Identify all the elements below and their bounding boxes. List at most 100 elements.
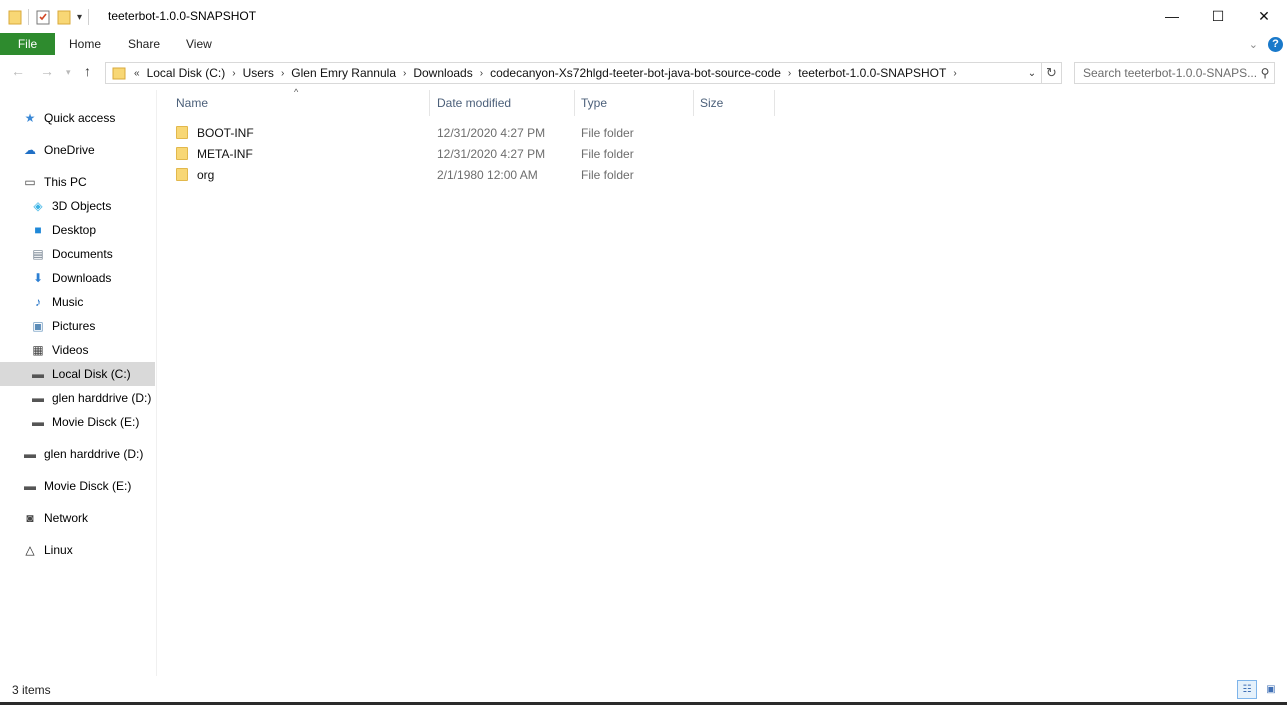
overflow-chevron-icon[interactable]: « (132, 68, 142, 79)
file-name: org (197, 167, 215, 182)
folder-icon (8, 10, 22, 25)
sidebar-item-label: OneDrive (44, 143, 95, 157)
sidebar-item-label: Videos (52, 343, 89, 357)
expand-ribbon-icon[interactable]: ⌄ (1249, 38, 1258, 51)
folder-icon (176, 147, 188, 160)
drive-e-icon: ▬ (32, 415, 44, 429)
chevron-right-icon[interactable]: › (478, 68, 485, 79)
column-header-name[interactable]: Name (170, 90, 430, 116)
back-arrow-icon[interactable]: ← (11, 63, 25, 79)
chevron-right-icon[interactable]: › (951, 68, 958, 79)
sidebar-item[interactable]: ▬ Movie Disck (E:) (0, 410, 155, 434)
tab-view[interactable]: View (186, 37, 212, 51)
maximize-button[interactable]: ☐ (1195, 0, 1241, 32)
folder-icon (176, 168, 188, 181)
breadcrumb-local-disk[interactable]: Local Disk (C:) (142, 66, 231, 80)
sidebar-item-label: Music (52, 295, 84, 309)
breadcrumb-users[interactable]: Users (238, 66, 279, 80)
list-item[interactable]: org 2/1/1980 12:00 AM File folder (176, 164, 676, 185)
tab-home[interactable]: Home (69, 37, 101, 51)
music-icon: ♪ (35, 295, 41, 309)
file-date-modified: 2/1/1980 12:00 AM (437, 167, 538, 182)
navigation-bar: ← → ▾ ↑ « Local Disk (C:) › Users › Glen E… (0, 59, 1287, 87)
list-item[interactable]: META-INF 12/31/2020 4:27 PM File folder (176, 143, 676, 164)
address-bar[interactable]: « Local Disk (C:) › Users › Glen Emry Rann… (105, 62, 1062, 84)
sidebar-item[interactable]: ◙ Network (0, 506, 155, 530)
sidebar-item[interactable]: ▣ Pictures (0, 314, 155, 338)
star-icon: ★ (24, 111, 36, 125)
large-icons-view-icon[interactable]: ▣ (1261, 680, 1281, 699)
chevron-right-icon[interactable]: › (786, 68, 793, 79)
sidebar-item-label: This PC (44, 175, 87, 189)
tab-share[interactable]: Share (128, 37, 160, 51)
sidebar-item[interactable]: ▬ Movie Disck (E:) (0, 474, 155, 498)
sidebar-item[interactable]: ▬ glen harddrive (D:) (0, 386, 155, 410)
file-name: META-INF (197, 146, 253, 161)
search-icon[interactable]: ⚲ (1256, 66, 1274, 80)
sidebar-item[interactable]: ☁ OneDrive (0, 138, 155, 162)
recent-locations-icon[interactable]: ▾ (66, 67, 71, 78)
forward-arrow-icon[interactable]: → (40, 63, 54, 79)
chevron-right-icon[interactable]: › (401, 68, 408, 79)
breadcrumb-user[interactable]: Glen Emry Rannula (286, 66, 401, 80)
sidebar-item[interactable]: △ Linux (0, 538, 155, 562)
sidebar-item[interactable]: ▤ Documents (0, 242, 155, 266)
sidebar-item-label: Movie Disck (E:) (44, 479, 132, 493)
sidebar-item-label: Desktop (52, 223, 97, 237)
sidebar-item[interactable]: ▬ glen harddrive (D:) (0, 442, 155, 466)
close-button[interactable]: ✕ (1241, 0, 1287, 32)
chevron-right-icon[interactable]: › (279, 68, 286, 79)
sidebar-item[interactable]: ◈ 3D Objects (0, 194, 155, 218)
folder-icon (176, 126, 188, 139)
breadcrumb-downloads[interactable]: Downloads (408, 66, 477, 80)
document-icon: ▤ (32, 247, 44, 261)
breadcrumb-teeterbot[interactable]: teeterbot-1.0.0-SNAPSHOT (793, 66, 951, 80)
chevron-right-icon[interactable]: › (230, 68, 237, 79)
sidebar-item[interactable]: ▦ Videos (0, 338, 155, 362)
sidebar-item-label: Downloads (52, 271, 112, 285)
up-arrow-icon[interactable]: ↑ (84, 63, 91, 79)
properties-icon[interactable] (35, 9, 51, 25)
sidebar-item[interactable]: ■ Desktop (0, 218, 155, 242)
sidebar-item[interactable]: ▭ This PC (0, 170, 155, 194)
sidebar-item-label: glen harddrive (D:) (44, 447, 144, 461)
sidebar-item-label: 3D Objects (52, 199, 112, 213)
linux-icon: △ (25, 543, 35, 557)
sidebar-item[interactable]: ▬ Local Disk (C:) (0, 362, 155, 386)
sidebar-item-label: Documents (52, 247, 113, 261)
folder-icon (112, 67, 126, 80)
computer-icon: ▭ (24, 175, 36, 189)
drive-e-icon: ▬ (24, 479, 36, 493)
breadcrumb-codecanyon[interactable]: codecanyon-Xs72hlgd-teeter-bot-java-bot-… (485, 66, 786, 80)
address-dropdown-icon[interactable]: ⌄ (1023, 63, 1041, 83)
refresh-icon[interactable]: ↻ (1041, 63, 1061, 83)
tab-file[interactable]: File (0, 33, 55, 55)
details-view-icon[interactable]: ☷ (1237, 680, 1257, 699)
help-icon[interactable]: ? (1268, 36, 1283, 52)
search-input[interactable]: Search teeterbot-1.0.0-SNAPS... ⚲ (1074, 62, 1275, 84)
file-date-modified: 12/31/2020 4:27 PM (437, 125, 546, 140)
network-icon: ◙ (26, 511, 34, 525)
new-folder-icon[interactable] (57, 9, 71, 25)
column-header-date-modified[interactable]: Date modified (431, 90, 575, 116)
sidebar-item[interactable]: ★ Quick access (0, 106, 155, 130)
sidebar-item[interactable]: ⬇ Downloads (0, 266, 155, 290)
item-count: 3 items (12, 683, 51, 697)
window-title: teeterbot-1.0.0-SNAPSHOT (108, 9, 257, 23)
sidebar-item-label: Linux (44, 543, 73, 557)
sidebar-item-label: Movie Disck (E:) (52, 415, 140, 429)
customize-toolbar-icon[interactable]: ▾ (77, 12, 82, 23)
sidebar-item-label: Network (44, 511, 89, 525)
column-header-size[interactable]: Size (694, 90, 775, 116)
drive-c-icon: ▬ (32, 367, 44, 381)
minimize-button[interactable]: — (1149, 0, 1195, 32)
desktop-icon: ■ (34, 223, 42, 237)
list-item[interactable]: BOOT-INF 12/31/2020 4:27 PM File folder (176, 122, 676, 143)
file-type: File folder (581, 167, 634, 182)
sidebar-item[interactable]: ♪ Music (0, 290, 155, 314)
navigation-pane: ★ Quick access ☁ OneDrive ▭ This PC ◈ 3D Object… (0, 90, 157, 676)
pictures-icon: ▣ (32, 319, 44, 333)
drive-d-icon: ▬ (32, 391, 44, 405)
column-header-type[interactable]: Type (575, 90, 694, 116)
status-bar: 3 items ☷ ▣ (0, 679, 1287, 701)
